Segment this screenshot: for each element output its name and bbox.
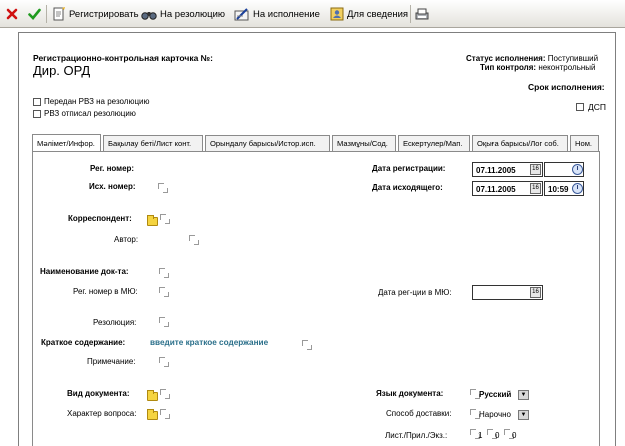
binoculars-icon <box>141 12 157 20</box>
doc-name-label: Наименование док-та: <box>40 267 129 276</box>
summary-resize <box>302 340 312 350</box>
control-value: неконтрольный <box>538 63 596 72</box>
sheets-value[interactable]: 1 <box>478 431 482 440</box>
tab-execution-history[interactable]: Орындалу барысы/Истор.исп. <box>205 135 330 151</box>
resolution-label: Резолюция: <box>93 318 137 327</box>
note-field[interactable] <box>159 357 169 367</box>
out-date-calendar-icon[interactable]: 16 <box>530 183 541 194</box>
lang-label: Язык документа: <box>376 389 444 398</box>
out-time-clock-icon[interactable] <box>572 183 583 194</box>
lang-marker <box>470 389 480 399</box>
for-info-button[interactable]: Для сведения <box>330 6 408 22</box>
question-field[interactable] <box>160 409 170 419</box>
document-new-icon <box>53 7 65 21</box>
attach-value[interactable]: 0 <box>495 431 499 440</box>
delivery-dropdown-icon[interactable]: ▼ <box>518 410 529 420</box>
control-label: Тип контроля: <box>480 63 537 72</box>
print-button[interactable] <box>414 6 430 22</box>
mio-reg-field[interactable] <box>159 287 169 297</box>
to-execution-label: На исполнение <box>253 8 320 20</box>
printer-icon <box>415 8 429 20</box>
correspondent-label: Корреспондент: <box>68 214 132 223</box>
tab-control-sheet[interactable]: Бақылау беті/Лист конт. <box>103 135 203 151</box>
mio-date-calendar-icon[interactable]: 16 <box>530 287 541 298</box>
register-label: Регистрировать <box>69 8 139 20</box>
reg-time-clock-icon[interactable] <box>572 164 583 175</box>
tab-nom[interactable]: Ном. <box>570 135 599 151</box>
doc-name-field[interactable] <box>159 268 169 278</box>
author-field[interactable] <box>189 235 199 245</box>
to-execution-button[interactable]: На исполнение <box>234 6 320 22</box>
tab-content[interactable]: Мазмұны/Сод. <box>332 135 396 151</box>
reg-date-label: Дата регистрации: <box>372 164 446 173</box>
attach-marker <box>487 429 497 439</box>
copies-value[interactable]: 0 <box>512 431 516 440</box>
delivery-marker <box>470 409 480 419</box>
reg-date-calendar-icon[interactable]: 16 <box>530 164 541 175</box>
out-number-label: Исх. номер: <box>89 182 136 191</box>
summary-input[interactable]: введите краткое содержание <box>150 338 268 347</box>
green-check-icon <box>28 8 41 20</box>
copies-marker <box>504 429 514 439</box>
correspondent-field[interactable] <box>160 214 170 224</box>
pen-document-icon <box>234 8 249 21</box>
ok-button[interactable] <box>28 6 41 22</box>
reg-number-label: Рег. номер: <box>90 164 135 173</box>
resolution-written-label: РВЗ отписал резолюцию <box>44 109 136 118</box>
dsp-label: ДСП <box>588 102 607 112</box>
delivery-label: Способ доставки: <box>386 409 452 418</box>
lang-select[interactable]: Русский <box>479 390 511 399</box>
card-title: Регистрационно-контрольная карточка №: <box>33 53 213 63</box>
close-button[interactable] <box>6 6 18 22</box>
doc-kind-folder-icon[interactable] <box>147 390 158 401</box>
status-row: Статус исполнения: Поступивший <box>466 54 598 63</box>
red-x-icon <box>6 8 18 20</box>
dsp-checkbox[interactable] <box>576 103 584 111</box>
folder-icon[interactable] <box>147 215 158 226</box>
author-label: Автор: <box>114 235 139 244</box>
sheets-marker <box>470 429 480 439</box>
doc-type: Дир. ОРД <box>33 63 91 78</box>
toolbar: Регистрировать На резолюцию На исполнени… <box>0 0 625 28</box>
to-resolution-label: На резолюцию <box>160 8 226 20</box>
status-label: Статус исполнения: <box>466 54 546 63</box>
tab-event-log[interactable]: Оқыға барысы/Лог соб. <box>472 135 568 151</box>
register-button[interactable]: Регистрировать <box>52 6 139 22</box>
question-folder-icon[interactable] <box>147 409 158 420</box>
question-label: Характер вопроса: <box>67 409 137 418</box>
mio-reg-label: Рег. номер в МЮ: <box>73 287 138 296</box>
doc-kind-field[interactable] <box>160 389 170 399</box>
to-resolution-button[interactable]: На резолюцию <box>141 6 225 22</box>
status-value: Поступивший <box>547 54 599 63</box>
note-label: Примечание: <box>87 357 136 366</box>
mio-date-label: Дата рег-ции в МЮ: <box>378 288 452 297</box>
delivery-select[interactable]: Нарочно <box>479 410 511 419</box>
for-info-label: Для сведения <box>347 8 409 20</box>
lang-dropdown-icon[interactable]: ▼ <box>518 390 529 400</box>
tab-notes[interactable]: Ескертулер/Мап. <box>398 135 470 151</box>
contact-card-icon <box>330 7 344 21</box>
tab-info[interactable]: Мәлімет/Инфор. <box>32 134 101 151</box>
control-row: Тип контроля: неконтрольный <box>480 63 596 72</box>
out-date-label: Дата исходящего: <box>372 183 443 192</box>
doc-kind-label: Вид документа: <box>67 389 130 398</box>
sheets-label: Лист./Прил./Экз.: <box>385 431 448 440</box>
passed-to-resolution-checkbox[interactable] <box>33 98 41 106</box>
passed-to-resolution-label: Передан РВЗ на резолюцию <box>44 97 150 106</box>
resolution-field[interactable] <box>159 317 169 327</box>
deadline-label: Срок исполнения: <box>528 82 605 92</box>
summary-label: Краткое содержание: <box>41 338 126 347</box>
resolution-written-checkbox[interactable] <box>33 110 41 118</box>
out-number-field[interactable] <box>158 183 168 193</box>
left-margin <box>0 28 18 446</box>
